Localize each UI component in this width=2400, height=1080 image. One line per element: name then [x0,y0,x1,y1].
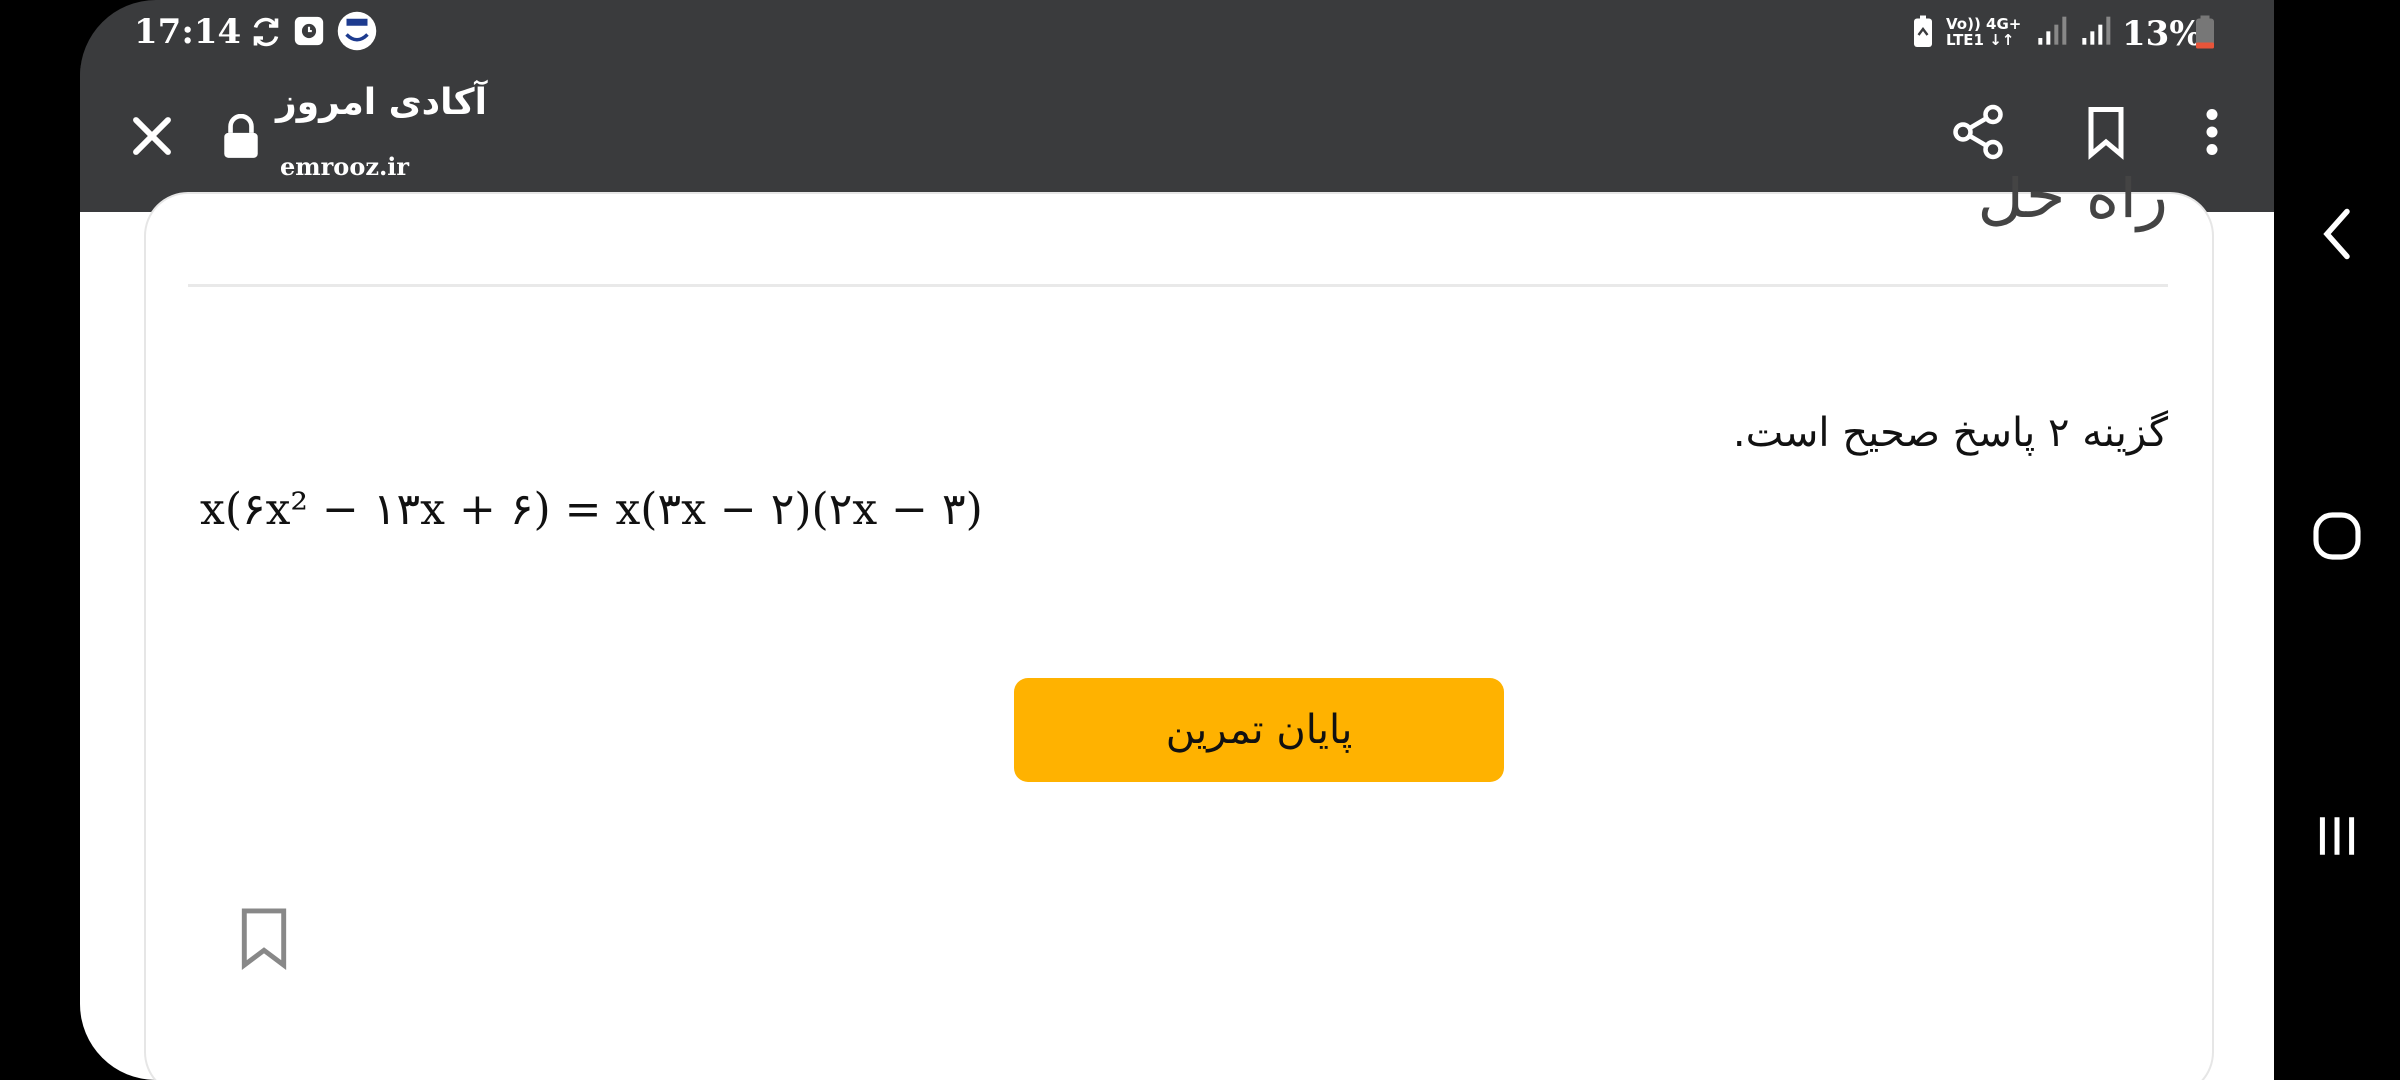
status-time: 17:14 [134,12,242,52]
back-icon [2314,204,2360,268]
page-url: emrooz.ir [280,152,410,181]
recents-button[interactable] [2274,810,2400,866]
signal-icon [2036,14,2070,50]
notification-icon [292,14,326,52]
share-button[interactable] [1948,102,2008,166]
navigation-bar [2274,0,2400,1080]
divider [188,284,2168,287]
bookmark-outline-icon [236,908,292,974]
app-logo-icon [336,10,378,56]
recents-icon [2312,810,2362,866]
back-button[interactable] [2274,204,2400,268]
equation: x(۶x² − ۱۳x + ۶) = x(۳x − ۲)(۲x − ۳) [200,484,983,535]
sync-icon [248,14,284,54]
home-button[interactable] [2274,508,2400,568]
battery-percent: 13% [2122,14,2202,54]
close-button[interactable] [120,104,184,172]
home-icon [2309,508,2365,568]
battery-saver-icon [1910,14,1936,54]
page-title: آکادی امروز [276,82,487,123]
phone-screen: 17:14 Vo)) 4G+ LTE1 ↓↑ 13% آکادی امروز e… [80,0,2274,1080]
status-bar: 17:14 Vo)) 4G+ LTE1 ↓↑ 13% [80,0,2274,64]
more-options-button[interactable] [2182,102,2242,166]
network-indicator: Vo)) 4G+ LTE1 ↓↑ [1946,15,2022,49]
solution-card: راه حل گزینه ۲ پاسخ صحیح است. x(۶x² − ۱۳… [144,176,2214,1080]
web-content: راه حل گزینه ۲ پاسخ صحیح است. x(۶x² − ۱۳… [80,176,2274,1080]
lock-icon [220,113,262,164]
bookmark-button[interactable] [2076,102,2136,166]
answer-text: گزینه ۲ پاسخ صحیح است. [1732,410,2168,456]
bookmark-icon [2076,107,2136,166]
battery-icon [2194,14,2216,54]
save-question-button[interactable] [236,906,292,974]
more-icon [2182,109,2242,166]
signal-icon-2 [2080,14,2114,50]
section-heading: راه حل [1977,176,2168,233]
finish-exercise-button[interactable]: پایان تمرین [1014,678,1504,782]
browser-toolbar: آکادی امروز emrooz.ir [80,64,2274,212]
share-icon [1948,104,2008,166]
close-icon [120,117,184,172]
